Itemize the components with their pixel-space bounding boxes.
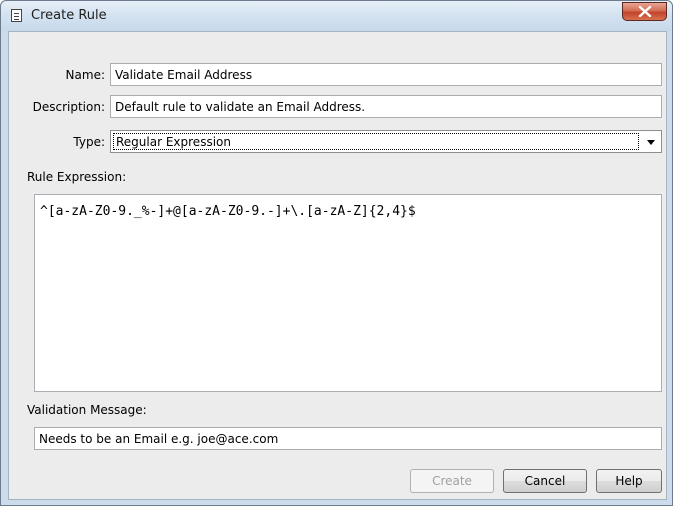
chevron-down-icon: [647, 140, 655, 145]
validation-message-field[interactable]: Needs to be an Email e.g. joe@ace.com: [34, 427, 662, 450]
type-selected-value: Regular Expression: [113, 133, 639, 150]
close-icon: [638, 6, 652, 17]
name-label: Name:: [65, 68, 105, 82]
close-button[interactable]: [622, 2, 667, 21]
rule-expression-label: Rule Expression:: [27, 170, 127, 184]
rule-expression-textarea[interactable]: ^[a-zA-Z0-9._%-]+@[a-zA-Z0-9.-]+\.[a-zA-…: [34, 194, 662, 392]
name-field[interactable]: Validate Email Address: [110, 63, 662, 86]
create-rule-dialog: Create Rule Name: Validate Email Address…: [0, 0, 673, 506]
window-title: Create Rule: [31, 8, 107, 23]
dialog-body: Name: Validate Email Address Description…: [8, 31, 667, 500]
document-icon: [11, 9, 22, 22]
title-bar[interactable]: Create Rule: [1, 1, 672, 31]
type-select[interactable]: Regular Expression: [110, 130, 662, 153]
help-button[interactable]: Help: [596, 469, 662, 493]
description-field[interactable]: Default rule to validate an Email Addres…: [110, 95, 662, 118]
type-label: Type:: [73, 135, 105, 149]
description-label: Description:: [32, 100, 105, 114]
cancel-button[interactable]: Cancel: [503, 469, 587, 493]
create-button[interactable]: Create: [410, 469, 494, 493]
validation-message-label: Validation Message:: [27, 403, 147, 417]
